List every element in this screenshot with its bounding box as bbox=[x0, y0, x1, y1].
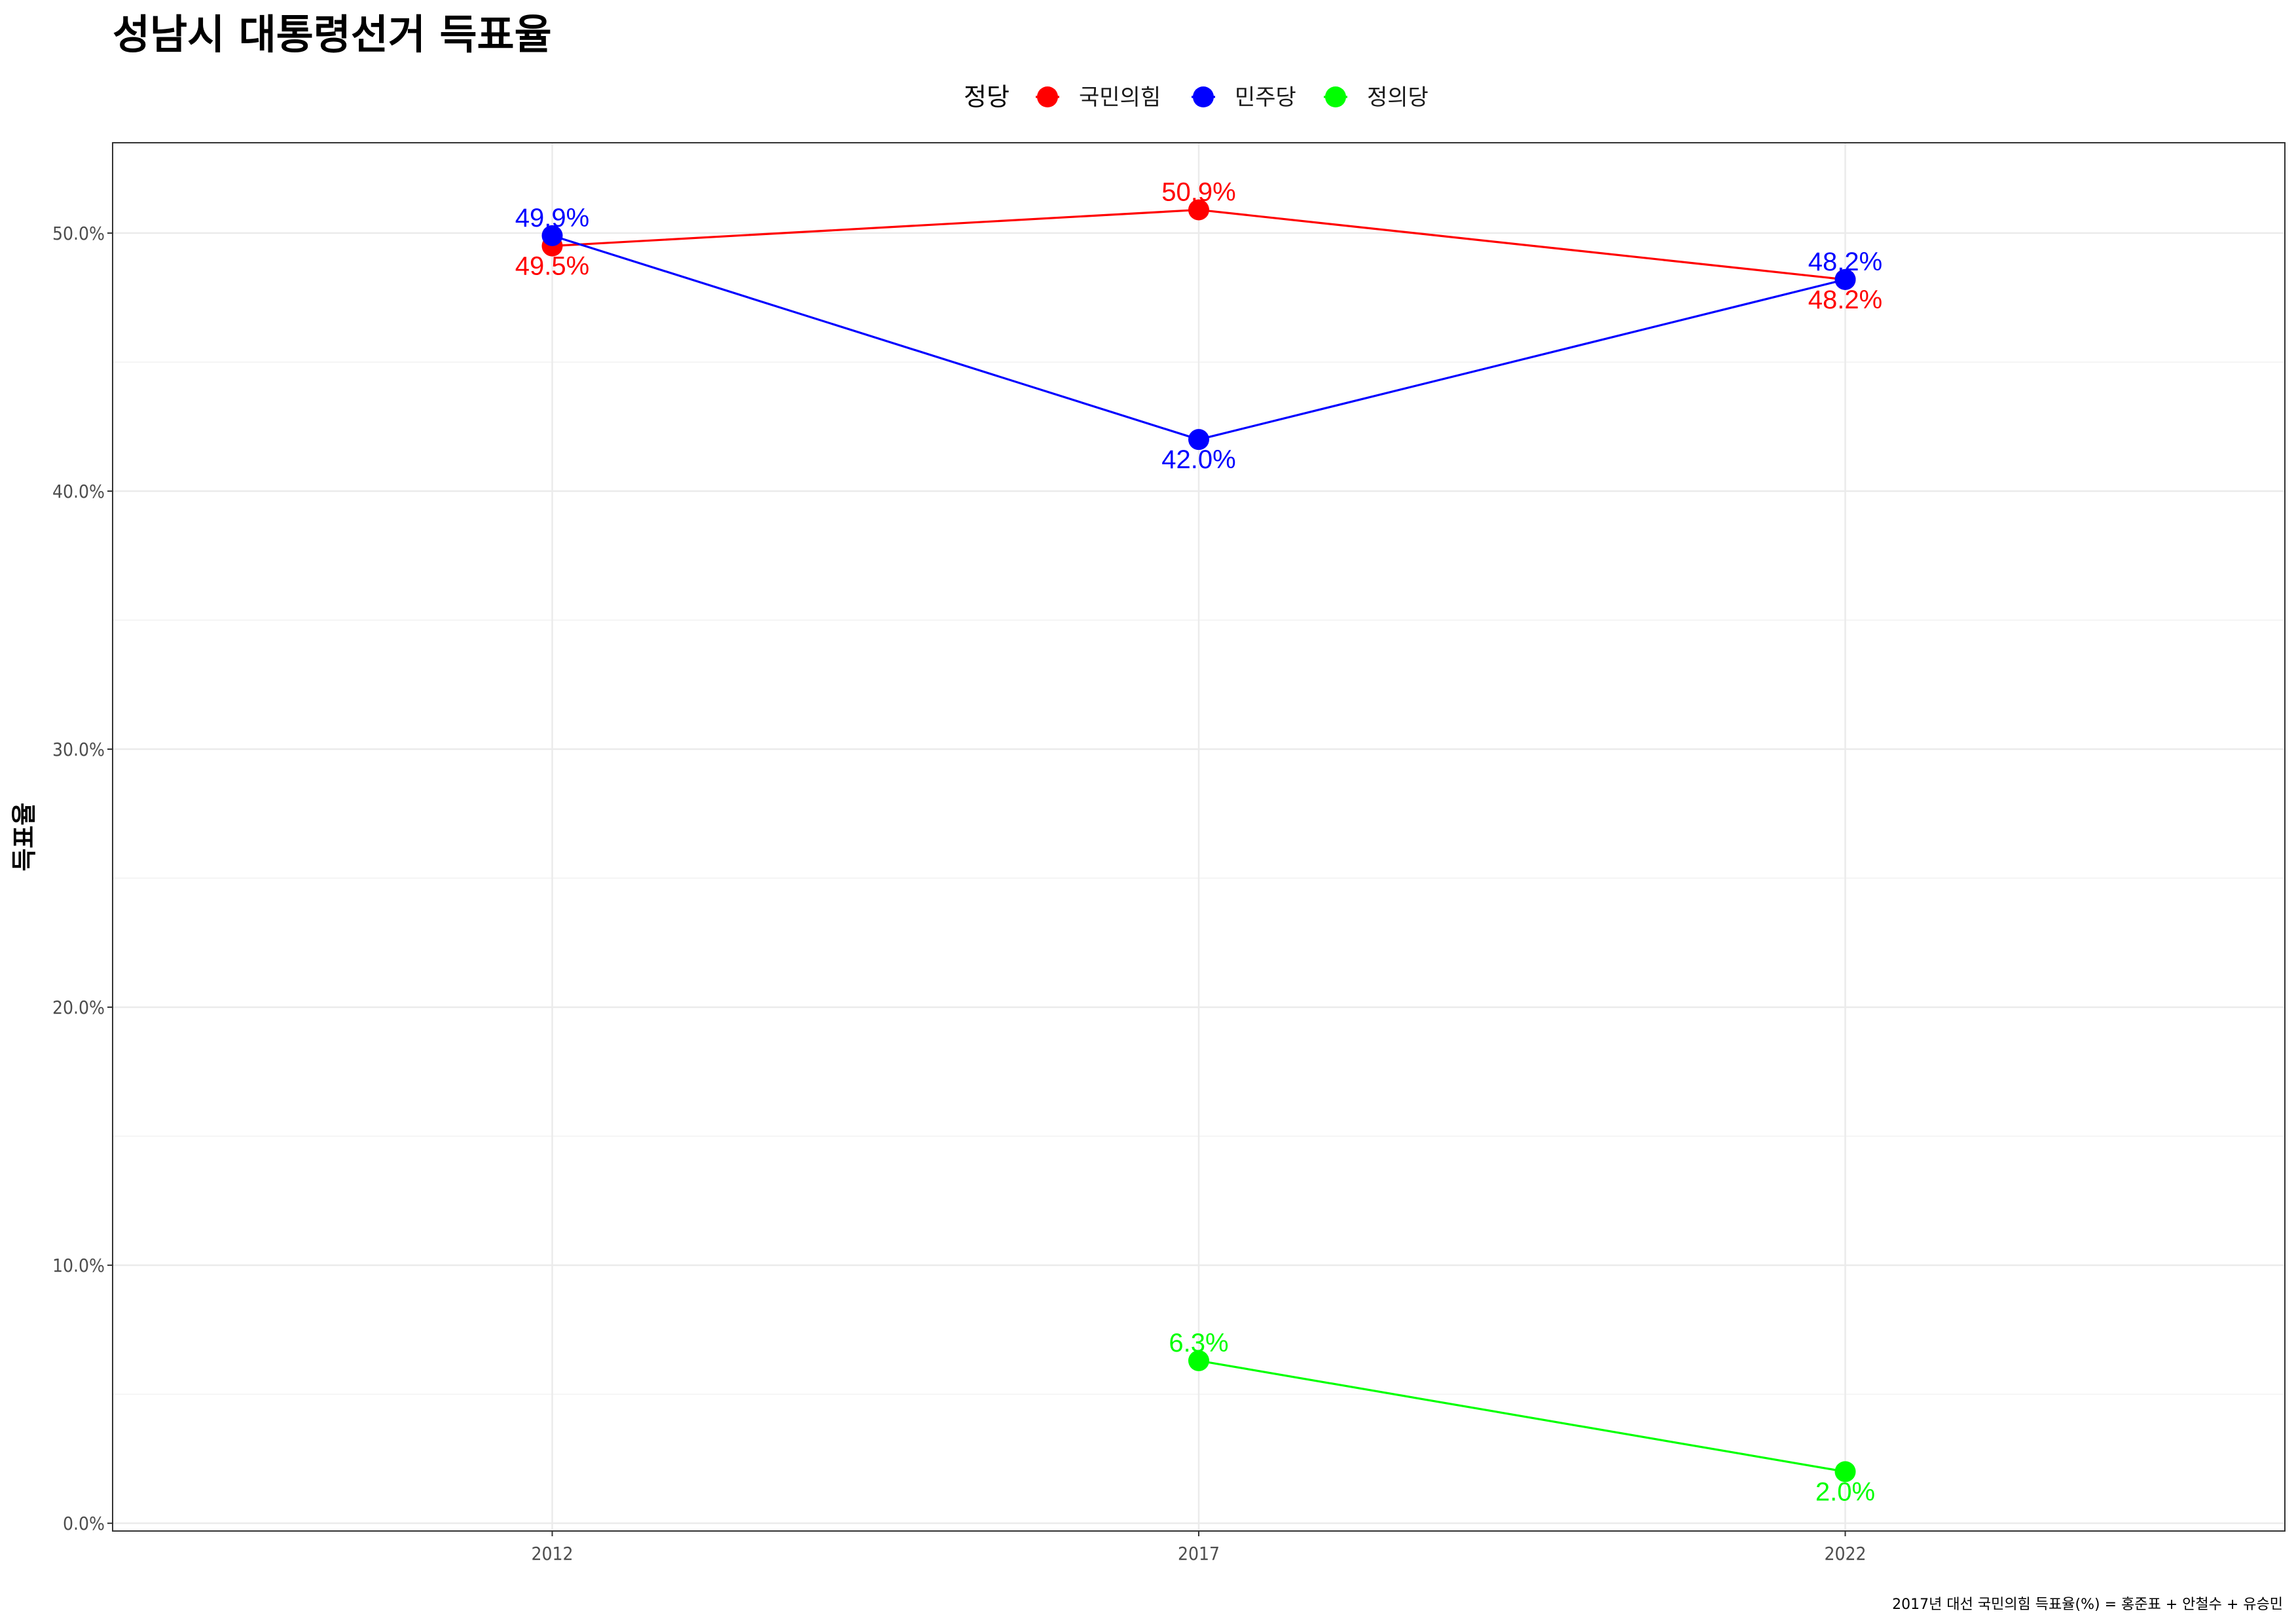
line-chart: 0.0% 10.0% 20.0% 30.0% 40.0% 50.0% 2012 2017 202… bbox=[10, 83, 2286, 1564]
y-tick-label: 20.0% bbox=[52, 997, 105, 1018]
y-tick-label: 40.0% bbox=[52, 481, 105, 502]
data-label: 2.0% bbox=[1815, 1477, 1875, 1506]
data-label: 42.0% bbox=[1161, 445, 1235, 474]
data-label: 48.2% bbox=[1808, 248, 1882, 276]
y-tick-label: 30.0% bbox=[52, 739, 105, 760]
x-tick-label: 2017 bbox=[1178, 1543, 1220, 1564]
y-axis-title: 득표율 bbox=[10, 803, 39, 872]
y-tick-label: 0.0% bbox=[63, 1513, 105, 1534]
x-tick-label: 2012 bbox=[531, 1543, 573, 1564]
legend-label: 국민의힘 bbox=[1079, 84, 1161, 111]
y-tick-label: 10.0% bbox=[52, 1255, 105, 1276]
x-tick-label: 2022 bbox=[1824, 1543, 1866, 1564]
chart-caption: 2017년 대선 국민의힘 득표율(%) = 홍준표 + 안철수 + 유승민 bbox=[1892, 1596, 2283, 1613]
data-label: 6.3% bbox=[1169, 1329, 1228, 1357]
data-label: 49.9% bbox=[515, 204, 589, 232]
legend-label: 민주당 bbox=[1235, 84, 1296, 111]
y-tick-label: 50.0% bbox=[52, 223, 105, 244]
legend-key-point bbox=[1193, 86, 1214, 107]
data-label: 48.2% bbox=[1808, 286, 1882, 314]
legend-key-point bbox=[1037, 86, 1058, 107]
legend-key-point bbox=[1325, 86, 1346, 107]
legend-title: 정당 bbox=[964, 83, 1010, 111]
legend-label: 정의당 bbox=[1367, 84, 1429, 111]
data-label: 50.9% bbox=[1161, 177, 1235, 206]
data-label: 49.5% bbox=[515, 252, 589, 281]
